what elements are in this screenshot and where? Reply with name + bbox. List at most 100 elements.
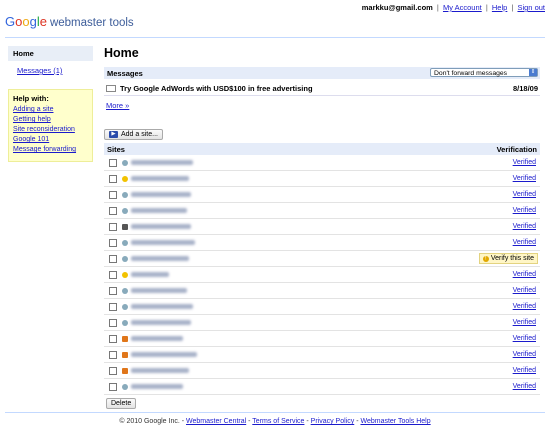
verified-link[interactable]: Verified [513,271,536,278]
message-date: 8/18/09 [512,83,538,93]
bulb-icon [122,175,128,182]
separator: | [485,3,488,12]
help-link-site-reconsideration[interactable]: Site reconsideration [13,126,88,133]
footer-link-help[interactable]: Webmaster Tools Help [360,418,430,425]
site-checkbox[interactable] [109,190,117,199]
site-row: Verified [104,363,540,379]
verified-link[interactable]: Verified [513,303,536,310]
site-url-redacted[interactable] [131,288,187,293]
site-url-redacted[interactable] [131,192,191,197]
footer-link-webmaster-central[interactable]: Webmaster Central [186,418,246,425]
site-row: Verified [104,267,540,283]
site-checkbox[interactable] [109,174,117,183]
verify-site-label: Verify this site [490,255,534,262]
verification-column-header: Verification [496,144,537,154]
site-checkbox[interactable] [109,382,117,391]
site-row: Verified [104,171,540,187]
site-checkbox[interactable] [109,318,117,327]
footer-link-privacy[interactable]: Privacy Policy [311,418,355,425]
help-link-google-101[interactable]: Google 101 [13,136,88,143]
verified-link[interactable]: Verified [513,223,536,230]
globe-icon [122,303,128,310]
footer-link-terms[interactable]: Terms of Service [252,418,304,425]
messages-header-label: Messages [107,68,143,78]
site-url-redacted[interactable] [131,272,169,277]
blogger-icon [122,335,128,342]
site-url-redacted[interactable] [131,352,197,357]
envelope-icon [106,84,116,92]
main-content: Home Messages Don't forward messages ⇕ T… [104,44,540,409]
verified-link[interactable]: Verified [513,351,536,358]
site-url-redacted[interactable] [131,384,183,389]
site-row: Verified [104,219,540,235]
camera-icon [122,223,128,230]
my-account-link[interactable]: My Account [443,3,482,12]
site-url-redacted[interactable] [131,304,193,309]
verified-link[interactable]: Verified [513,191,536,198]
verified-link[interactable]: Verified [513,159,536,166]
header-divider [5,37,545,38]
site-checkbox[interactable] [109,254,117,263]
verified-link[interactable]: Verified [513,383,536,390]
site-row: Verified [104,331,540,347]
forward-messages-select[interactable]: Don't forward messages ⇕ [430,68,538,77]
more-messages-link[interactable]: More » [106,101,540,110]
help-link-getting-help[interactable]: Getting help [13,116,88,123]
site-url-redacted[interactable] [131,160,193,165]
site-url-redacted[interactable] [131,224,191,229]
site-checkbox[interactable] [109,238,117,247]
site-checkbox[interactable] [109,286,117,295]
site-row: Verified [104,155,540,171]
help-box: Help with: Adding a site Getting help Si… [8,89,93,162]
delete-button[interactable]: Delete [106,398,137,409]
globe-icon [122,207,128,214]
footer: © 2010 Google Inc. - Webmaster Central -… [0,418,550,425]
verified-link[interactable]: Verified [513,239,536,246]
sign-out-link[interactable]: Sign out [517,3,545,12]
sidebar-item-home[interactable]: Home [8,46,93,61]
blogger-icon [122,351,128,358]
site-url-redacted[interactable] [131,256,189,261]
site-url-redacted[interactable] [131,320,191,325]
add-site-label: Add a site... [121,131,158,138]
message-subject[interactable]: Try Google AdWords with USD$100 in free … [120,84,313,93]
messages-link[interactable]: Messages (1) [17,66,62,75]
globe-icon [122,239,128,246]
site-url-redacted[interactable] [131,336,183,341]
help-title: Help with: [13,94,49,103]
verified-link[interactable]: Verified [513,319,536,326]
site-checkbox[interactable] [109,334,117,343]
sites-table-header: Sites Verification [104,143,540,155]
verified-link[interactable]: Verified [513,335,536,342]
site-row: Verified [104,315,540,331]
add-site-icon: ▶ [109,131,118,138]
help-link[interactable]: Help [492,3,507,12]
verified-link[interactable]: Verified [513,367,536,374]
google-webmaster-tools-logo[interactable]: Google webmaster tools [5,14,134,29]
site-checkbox[interactable] [109,222,117,231]
sidebar-item-messages[interactable]: Messages (1) [8,61,93,80]
site-url-redacted[interactable] [131,240,195,245]
add-site-button[interactable]: ▶ Add a site... [104,129,163,140]
site-url-redacted[interactable] [131,176,189,181]
site-checkbox[interactable] [109,350,117,359]
site-url-redacted[interactable] [131,368,189,373]
help-link-message-forwarding[interactable]: Message forwarding [13,146,88,153]
message-row[interactable]: Try Google AdWords with USD$100 in free … [104,81,540,96]
site-checkbox[interactable] [109,270,117,279]
site-checkbox[interactable] [109,158,117,167]
blogger-icon [122,367,128,374]
verify-site-button[interactable]: ! Verify this site [478,253,538,264]
verified-link[interactable]: Verified [513,207,536,214]
site-url-redacted[interactable] [131,208,187,213]
verified-link[interactable]: Verified [513,287,536,294]
globe-icon [122,287,128,294]
site-checkbox[interactable] [109,302,117,311]
verified-link[interactable]: Verified [513,175,536,182]
site-row: Verified [104,187,540,203]
separator: | [436,3,439,12]
site-checkbox[interactable] [109,206,117,215]
help-link-adding-a-site[interactable]: Adding a site [13,106,88,113]
site-checkbox[interactable] [109,366,117,375]
globe-icon [122,191,128,198]
